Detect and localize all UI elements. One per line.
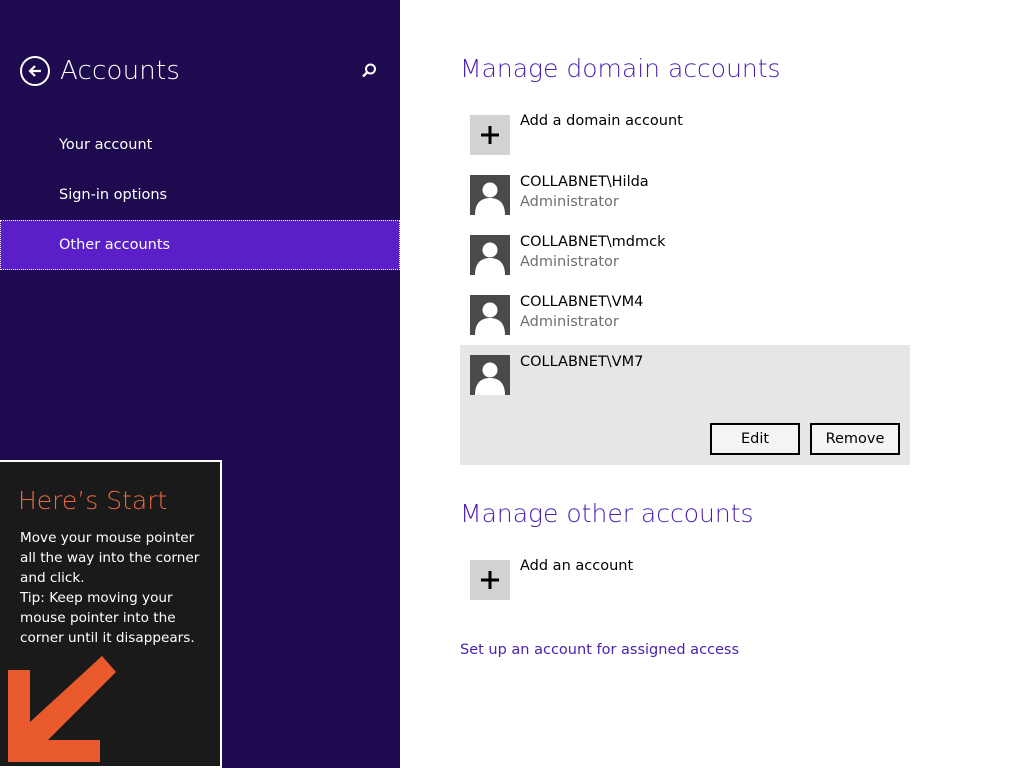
- add-domain-account-label: Add a domain account: [520, 113, 683, 129]
- tip-line: corner until it disappears.: [20, 630, 195, 646]
- user-avatar-icon: [470, 295, 510, 335]
- account-role: Administrator: [520, 194, 619, 210]
- nav-item-sign-in-options[interactable]: Sign-in options: [0, 170, 400, 220]
- section-title-domain: Manage domain accounts: [460, 54, 781, 83]
- back-button[interactable]: [20, 56, 50, 86]
- account-role: Administrator: [520, 314, 619, 330]
- tip-line: Tip: Keep moving your: [20, 590, 173, 606]
- section-title-other: Manage other accounts: [460, 499, 754, 528]
- nav-title: Accounts: [60, 56, 181, 86]
- add-account-label: Add an account: [520, 558, 634, 574]
- content-pane: Manage domain accounts Add a domain acco…: [400, 0, 1024, 768]
- add-tile: [470, 560, 510, 600]
- tip-line: all the way into the corner: [20, 550, 200, 566]
- search-icon[interactable]: [360, 62, 378, 80]
- account-name: COLLABNET\Hilda: [520, 174, 649, 190]
- nav-item-other-accounts[interactable]: Other accounts: [0, 220, 400, 270]
- account-role: Administrator: [520, 254, 619, 270]
- account-item[interactable]: COLLABNET\VM4 Administrator: [460, 285, 910, 345]
- add-domain-account-button[interactable]: Add a domain account: [470, 113, 910, 155]
- add-tile: [470, 115, 510, 155]
- tip-line: mouse pointer into the: [20, 610, 176, 626]
- tip-line: and click.: [20, 570, 85, 586]
- start-tip-overlay: Here’s Start Move your mouse pointer all…: [0, 460, 222, 768]
- account-name: COLLABNET\mdmck: [520, 234, 666, 250]
- edit-button[interactable]: Edit: [710, 423, 800, 455]
- user-avatar-icon: [470, 355, 510, 395]
- user-avatar-icon: [470, 175, 510, 215]
- add-account-button[interactable]: Add an account: [470, 558, 910, 600]
- account-name: COLLABNET\VM7: [520, 354, 644, 370]
- tip-line: Move your mouse pointer: [20, 530, 195, 546]
- plus-icon: [481, 571, 499, 589]
- nav-item-label: Your account: [59, 137, 153, 153]
- tip-title: Here’s Start: [18, 486, 168, 515]
- account-item[interactable]: COLLABNET\mdmck Administrator: [460, 225, 910, 285]
- plus-icon: [481, 126, 499, 144]
- account-item-selected[interactable]: COLLABNET\VM7 Edit Remove: [460, 345, 910, 465]
- account-name: COLLABNET\VM4: [520, 294, 644, 310]
- tip-body: Move your mouse pointer all the way into…: [20, 528, 210, 648]
- nav-item-label: Sign-in options: [59, 187, 168, 203]
- arrow-down-left-icon: [8, 656, 116, 762]
- assigned-access-link[interactable]: Set up an account for assigned access: [460, 642, 739, 658]
- account-item[interactable]: COLLABNET\Hilda Administrator: [460, 165, 910, 225]
- back-arrow-icon: [28, 65, 41, 77]
- nav-header: Accounts: [20, 54, 380, 88]
- user-avatar-icon: [470, 235, 510, 275]
- nav-item-your-account[interactable]: Your account: [0, 120, 400, 170]
- remove-button[interactable]: Remove: [810, 423, 900, 455]
- nav-item-label: Other accounts: [59, 237, 171, 253]
